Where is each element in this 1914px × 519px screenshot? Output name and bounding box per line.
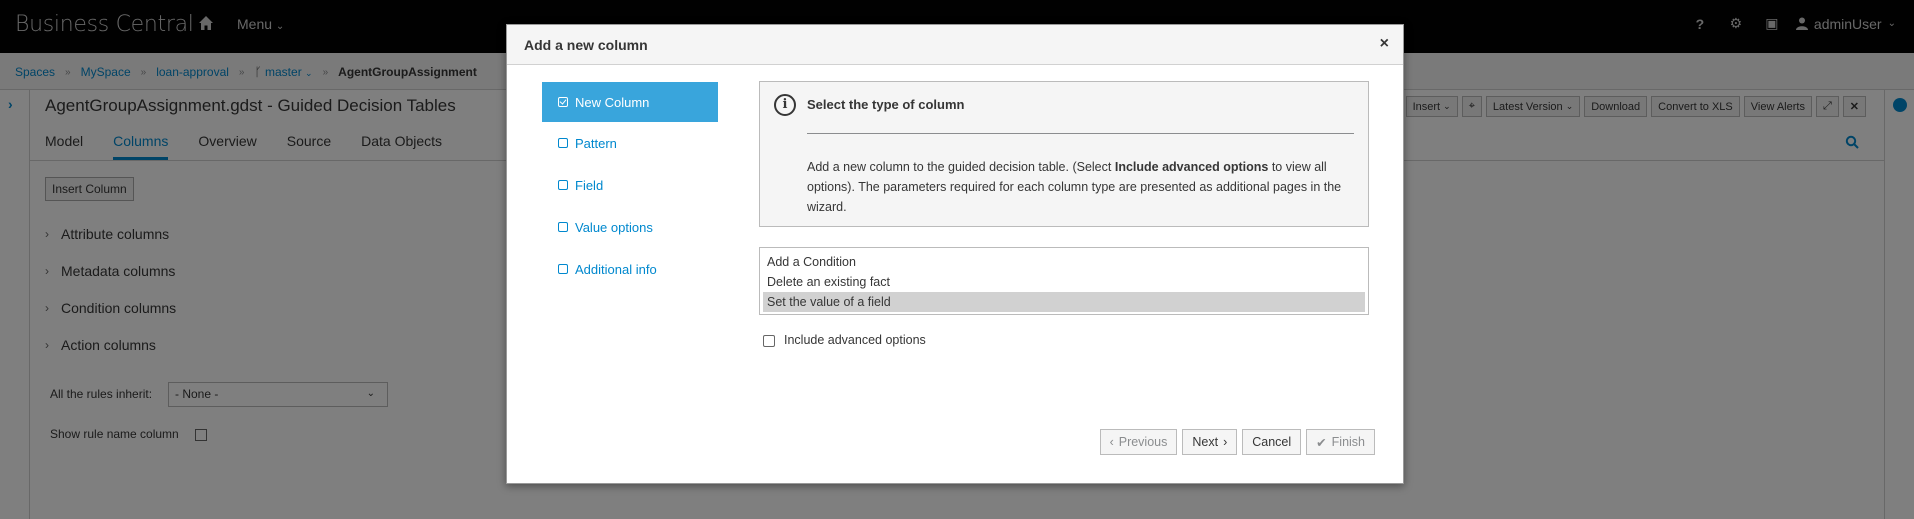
check-icon: ✔	[1316, 435, 1327, 450]
next-button[interactable]: Next ›	[1182, 429, 1238, 455]
info-icon: i	[774, 94, 796, 116]
square-icon	[558, 264, 568, 274]
option-add-condition[interactable]: Add a Condition	[763, 252, 1365, 272]
advanced-options-checkbox[interactable]	[763, 335, 775, 347]
info-text-before: Add a new column to the guided decision …	[807, 160, 1115, 174]
finish-button[interactable]: ✔ Finish	[1306, 429, 1375, 455]
previous-button[interactable]: ‹ Previous	[1099, 429, 1178, 455]
column-type-listbox[interactable]: Add a Condition Delete an existing fact …	[759, 247, 1369, 315]
chevron-right-icon: ›	[1223, 435, 1228, 449]
square-icon	[558, 138, 568, 148]
step-label: New Column	[575, 94, 650, 110]
square-icon	[558, 180, 568, 190]
step-value-options[interactable]: Value options	[542, 206, 718, 248]
step-label: Value options	[575, 219, 653, 235]
add-column-dialog: Add a new column × New Column Pattern Fi…	[506, 24, 1404, 484]
info-divider	[807, 133, 1354, 134]
option-delete-fact[interactable]: Delete an existing fact	[763, 272, 1365, 292]
info-text-bold: Include advanced options	[1114, 160, 1269, 174]
dialog-header: Add a new column ×	[507, 25, 1403, 65]
step-label: Additional info	[575, 261, 657, 277]
step-field[interactable]: Field	[542, 164, 718, 206]
advanced-options-label: Include advanced options	[784, 333, 926, 347]
info-panel: i Select the type of column Add a new co…	[759, 81, 1369, 227]
previous-label: Previous	[1118, 435, 1168, 449]
step-label: Pattern	[575, 135, 617, 151]
finish-label: Finish	[1331, 435, 1365, 449]
square-icon	[558, 222, 568, 232]
info-text: Add a new column to the guided decision …	[807, 157, 1357, 217]
chevron-left-icon: ‹	[1109, 435, 1114, 449]
info-title: Select the type of column	[807, 97, 965, 112]
option-set-field-value[interactable]: Set the value of a field	[763, 292, 1365, 312]
cancel-button[interactable]: Cancel	[1242, 429, 1302, 455]
checked-square-icon	[558, 97, 568, 107]
step-new-column[interactable]: New Column	[542, 82, 718, 122]
close-icon[interactable]: ×	[1380, 35, 1389, 53]
dialog-footer: ‹ Previous Next › Cancel ✔ Finish	[1099, 429, 1375, 455]
step-label: Field	[575, 177, 604, 193]
step-pattern[interactable]: Pattern	[542, 122, 718, 164]
wizard-steps: New Column Pattern Field Value options A…	[542, 82, 718, 290]
next-label: Next	[1192, 435, 1219, 449]
step-additional-info[interactable]: Additional info	[542, 248, 718, 290]
dialog-title: Add a new column	[524, 37, 648, 53]
